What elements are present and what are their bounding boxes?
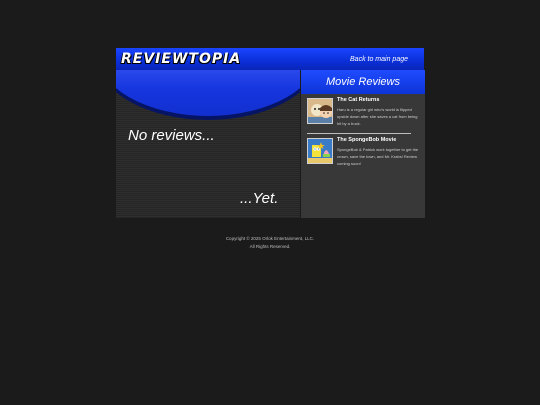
- back-to-main-link[interactable]: Back to main page: [350, 56, 408, 63]
- footer: Copyright © 2025 Orlok Entertainment, LL…: [0, 235, 540, 250]
- spongebob-thumbnail[interactable]: [307, 138, 333, 164]
- copyright-text: Copyright © 2025 Orlok Entertainment, LL…: [225, 236, 315, 241]
- review-title[interactable]: The Cat Returns: [337, 97, 379, 103]
- no-reviews-heading: No reviews...: [128, 127, 215, 144]
- sidebar: Movie Reviews The Cat Returns Haru is a …: [300, 70, 425, 218]
- site-container: REVIEWTOPIA Back to main page No reviews…: [116, 48, 425, 218]
- rights-text: All Rights Reserved.: [249, 243, 291, 249]
- review-description: Haru is a regular girl who's world is fl…: [337, 107, 418, 127]
- header-bar: REVIEWTOPIA Back to main page: [116, 48, 424, 70]
- main-panel: No reviews... ...Yet.: [116, 70, 300, 218]
- review-description: SpongeBob & Patrick work together to get…: [337, 147, 419, 167]
- yet-text: ...Yet.: [240, 190, 279, 207]
- cat-returns-thumbnail[interactable]: [307, 98, 333, 124]
- site-logo[interactable]: REVIEWTOPIA: [121, 51, 241, 67]
- review-title[interactable]: The SpongeBob Movie: [337, 137, 396, 143]
- swoosh-shine: [116, 70, 300, 90]
- sidebar-title: Movie Reviews: [301, 70, 425, 94]
- divider: [307, 133, 411, 134]
